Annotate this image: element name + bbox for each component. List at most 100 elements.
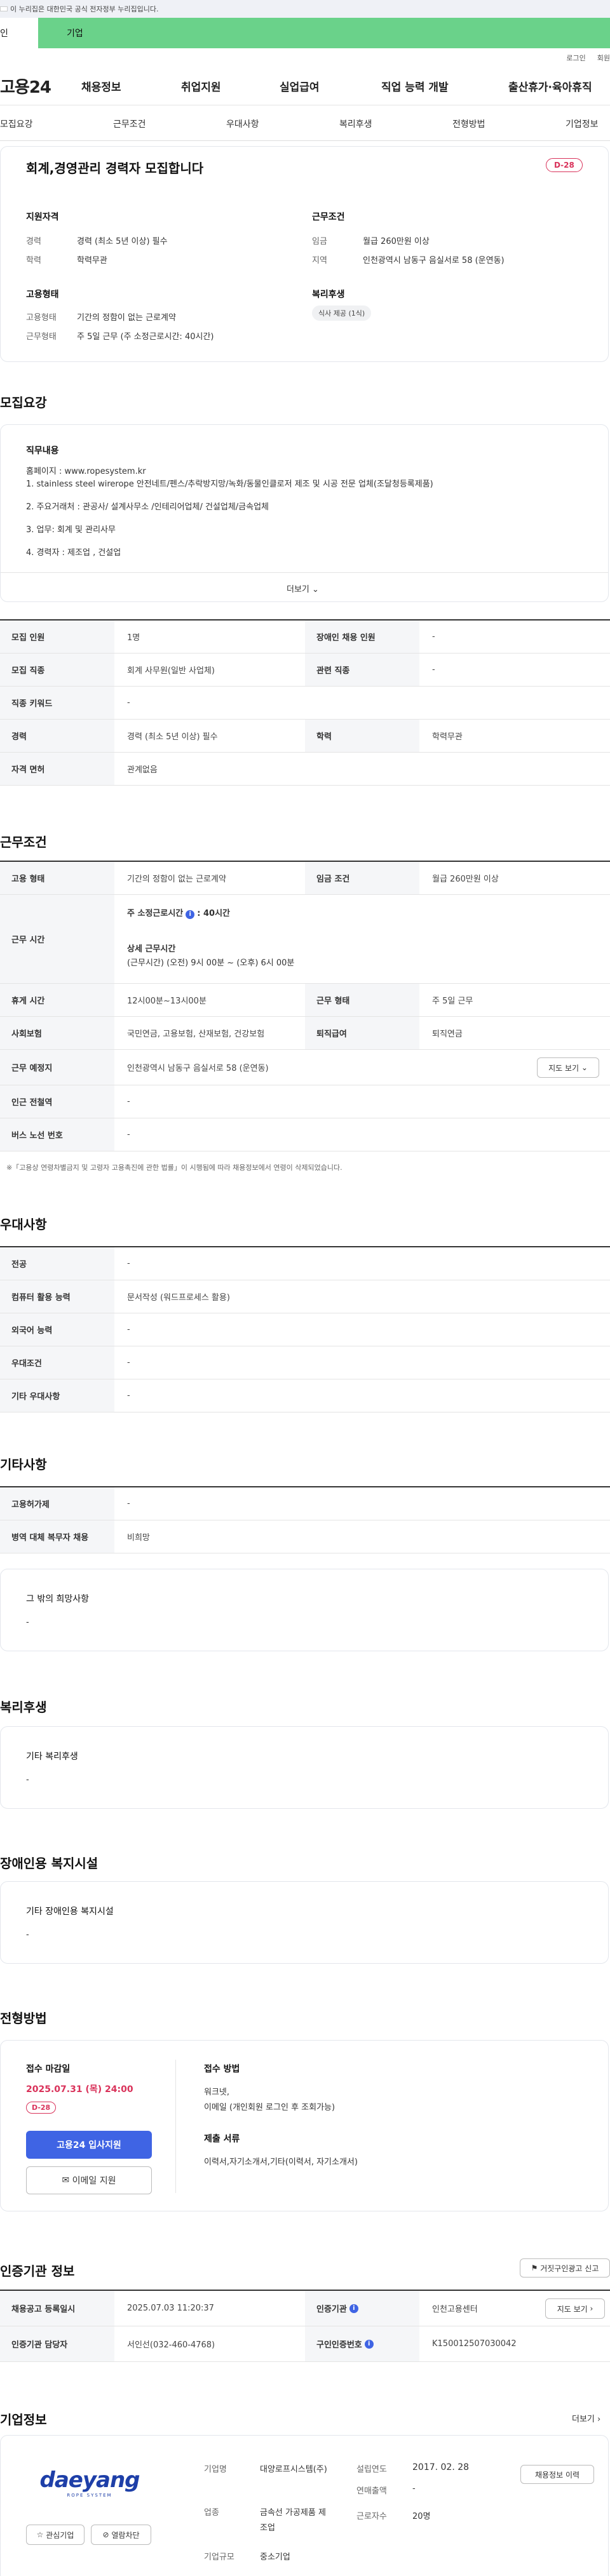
th: 컴퓨터 활용 능력 <box>0 1280 114 1313</box>
gnb-employment[interactable]: 취업지원 <box>181 78 221 94</box>
td: 회계 사무원(일반 사업체) <box>127 666 215 676</box>
map-button[interactable]: 지도 보기 ⌄ <box>537 1057 599 1078</box>
deadline-value: 2025.07.31 (목) 24:00 <box>26 2084 133 2095</box>
welfare-card: 기타 복리후생 - <box>0 1726 609 1809</box>
agency-map-button[interactable]: 지도 보기 › <box>545 2298 605 2319</box>
th: 퇴직급여 <box>305 1017 419 1049</box>
welfare-title: 복리후생 <box>312 290 345 300</box>
welfare-chip: 식사 제공 (1식) <box>312 305 372 321</box>
th: 근무 시간 <box>0 895 114 983</box>
detail-hours-label: 상세 근무시간 <box>127 944 176 954</box>
section-tabs: 모집요강 근무조건 우대사항 복리후생 전형방법 기업정보 <box>0 105 610 141</box>
th: 경력 <box>0 720 114 752</box>
block-button[interactable]: ⊘ 열람차단 <box>91 2525 151 2545</box>
td: 경력 (최소 5년 이상) 필수 <box>127 732 218 742</box>
strip-right[interactable]: 기업 <box>38 18 610 48</box>
chevron-right-icon: › <box>590 2304 593 2313</box>
emptype-key: 고용형태 <box>26 313 57 323</box>
table-row: 채용공고 등록일시 2025.07.03 11:20:37 인증기관 i 인천고용센터 … <box>0 2291 610 2326</box>
career-key: 경력 <box>26 237 41 246</box>
report-button[interactable]: ⚑ 거짓구인광고 신고 <box>520 2258 610 2277</box>
gnb-leave[interactable]: 출산휴가·육아휴직 <box>508 78 592 94</box>
welfare-heading: 복리후생 <box>0 1700 47 1715</box>
duty-line: 2. 주요거래처 : 관공사/ 설계사무소 /인테리어업체/ 건설업체/금속업체 <box>26 502 269 512</box>
summary-card: 회계,경영관리 경력자 모집합니다 D-28 지원자격 경력 경력 (최소 5년… <box>0 146 609 362</box>
th: 고용 형태 <box>0 862 114 894</box>
td: 국민연금, 고용보험, 산재보험, 건강보험 <box>127 1030 265 1039</box>
info-icon[interactable]: i <box>364 2339 374 2349</box>
th: 인증기관 i <box>305 2291 419 2326</box>
table-row: 우대조건 - <box>0 1346 610 1379</box>
tab-work[interactable]: 근무조건 <box>113 117 146 130</box>
td: 인천광역시 남동구 음실서로 58 (운연동) <box>127 1064 269 1073</box>
th: 버스 노선 번호 <box>0 1118 114 1151</box>
tab-pref[interactable]: 우대사항 <box>226 117 259 130</box>
duty-line: 1. stainless steel wirerope 안전네트/펜스/추락방지… <box>26 480 433 489</box>
region-key: 지역 <box>312 256 327 265</box>
etc-heading: 기타사항 <box>0 1457 47 1472</box>
hiring-history-button[interactable]: 채용정보 이력 <box>520 2465 594 2484</box>
disab-value: - <box>26 1930 29 1940</box>
tab-selection[interactable]: 전형방법 <box>452 117 485 130</box>
apply-button[interactable]: 고용24 입사지원 <box>26 2131 152 2159</box>
td: K150012507030042 <box>432 2339 517 2349</box>
th: 병역 대체 복무자 채용 <box>0 1520 114 1553</box>
hope-card: 그 밖의 희망사항 - <box>0 1569 609 1651</box>
duty-line: 3. 업무: 회계 및 관리사무 <box>26 525 116 535</box>
td: - <box>127 1259 130 1268</box>
gnb-training[interactable]: 직업 능력 개발 <box>381 78 449 94</box>
td: - <box>127 698 130 708</box>
tab-welfare[interactable]: 복리후생 <box>339 117 372 130</box>
table-row: 인근 전철역 - <box>0 1085 610 1118</box>
top-strip: 인 기업 <box>0 18 610 48</box>
disab-card: 기타 장애인용 복지시설 - <box>0 1881 609 1964</box>
info-icon[interactable]: i <box>349 2304 358 2313</box>
method-value-2: 이메일 (개인회원 로그인 후 조회가능) <box>204 2103 336 2112</box>
th: 학력 <box>305 720 419 752</box>
email-apply-button[interactable]: ✉ 이메일 지원 <box>26 2166 152 2194</box>
found-value: 2017. 02. 28 <box>412 2462 470 2472</box>
welfare-other-title: 기타 복리후생 <box>26 1752 78 1762</box>
login-link[interactable]: 로그인 <box>566 53 585 63</box>
gov-banner: 이 누리집은 대한민국 공식 전자정부 누리집입니다. <box>0 0 610 18</box>
tab-recruit[interactable]: 모집요강 <box>0 117 33 130</box>
favorite-button[interactable]: ☆ 관심기업 <box>26 2525 85 2545</box>
th: 사회보험 <box>0 1017 114 1049</box>
strip-left[interactable]: 인 <box>0 27 38 39</box>
gnb-jobs[interactable]: 채용정보 <box>81 78 121 94</box>
wage-key: 임금 <box>312 237 327 246</box>
th: 휴게 시간 <box>0 984 114 1016</box>
td: 주 5일 근무 <box>432 996 473 1006</box>
th: 채용공고 등록일시 <box>0 2291 114 2326</box>
page-title: 회계,경영관리 경력자 모집합니다 <box>26 161 204 176</box>
th: 인증기관 담당자 <box>0 2326 114 2361</box>
company-more-link[interactable]: 더보기 › <box>572 2412 600 2424</box>
dday-badge: D-28 <box>26 2102 57 2114</box>
th: 관련 직종 <box>305 654 419 686</box>
td: - <box>127 1358 130 1367</box>
gnb-benefit[interactable]: 실업급여 <box>280 78 320 94</box>
table-row: 휴게 시간 12시00분~13시00분 근무 형태 주 5일 근무 <box>0 984 610 1017</box>
tab-company[interactable]: 기업정보 <box>566 117 599 130</box>
th: 외국어 능력 <box>0 1313 114 1346</box>
chevron-down-icon: ⌄ <box>312 585 319 594</box>
th: 자격 면허 <box>0 753 114 785</box>
td: 서인선(032-460-4768) <box>127 2340 215 2350</box>
employee-key: 근로자수 <box>356 2512 387 2521</box>
table-row: 모집 인원 1명 장애인 채용 인원 - <box>0 621 610 654</box>
report-icon: ⚑ <box>531 2264 538 2272</box>
company-heading: 기업정보 <box>0 2412 47 2427</box>
more-button[interactable]: 더보기 ⌄ <box>287 582 319 594</box>
td: - <box>432 632 435 641</box>
selection-card: 접수 마감일 2025.07.31 (목) 24:00 D-28 고용24 입사… <box>0 2040 609 2211</box>
dday-badge: D-28 <box>546 158 583 172</box>
logo[interactable]: 고용24 <box>0 74 81 98</box>
th: 직종 키워드 <box>0 687 114 719</box>
emptype-value: 기간의 정함이 없는 근로계약 <box>77 313 176 323</box>
docs-label: 제출 서류 <box>204 2134 240 2144</box>
table-row: 외국어 능력 - <box>0 1313 610 1346</box>
selection-heading: 전형방법 <box>0 2011 47 2026</box>
join-link[interactable]: 회원 <box>597 53 610 63</box>
th: 모집 직종 <box>0 654 114 686</box>
info-icon[interactable]: i <box>186 910 195 919</box>
